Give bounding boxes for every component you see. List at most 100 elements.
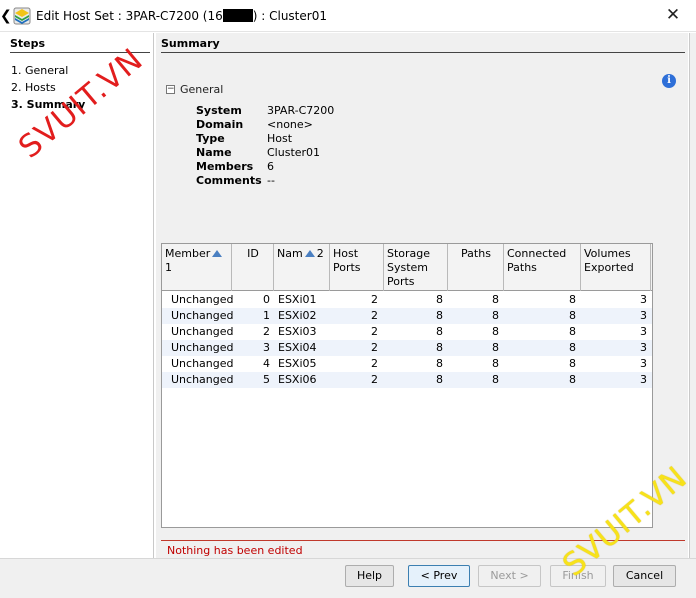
- cell-name: ESXi02: [278, 309, 317, 322]
- cell-name: ESXi04: [278, 341, 317, 354]
- sort-ascending-icon: [304, 250, 315, 257]
- column-header-connected-paths[interactable]: Connected Paths: [504, 244, 581, 291]
- close-icon[interactable]: ✕: [664, 6, 682, 24]
- cell-volumes-exported: 3: [640, 325, 647, 338]
- property-value: 3PAR-C7200: [267, 104, 335, 117]
- table-body: Unchanged 0 ESXi01 2 8 8 8 3 Unchanged 1…: [162, 292, 652, 388]
- cell-paths: 8: [492, 325, 499, 338]
- column-header-storage-system-ports[interactable]: Storage System Ports: [384, 244, 448, 291]
- cell-storage-ports: 8: [436, 293, 443, 306]
- property-value: <none>: [267, 118, 313, 131]
- 3par-app-icon: [13, 7, 31, 25]
- cell-host-ports: 2: [371, 293, 378, 306]
- help-button[interactable]: Help: [345, 565, 394, 587]
- cell-id: 0: [263, 293, 270, 306]
- cell-name: ESXi06: [278, 373, 317, 386]
- window-title-suffix: ) : Cluster01: [252, 9, 327, 23]
- status-message: Nothing has been edited: [167, 544, 303, 557]
- cell-volumes-exported: 3: [640, 357, 647, 370]
- wizard-footer: Help < Prev Next > Finish Cancel: [0, 558, 696, 598]
- cell-name: ESXi03: [278, 325, 317, 338]
- column-header-paths[interactable]: Paths: [448, 244, 504, 291]
- cell-member: Unchanged: [171, 325, 234, 338]
- cell-name: ESXi05: [278, 357, 317, 370]
- left-edge-glyph: ❮: [0, 8, 12, 24]
- column-header-member[interactable]: Member1: [162, 244, 232, 291]
- general-section-label: General: [180, 83, 224, 96]
- table-row[interactable]: Unchanged 4 ESXi05 2 8 8 8 3: [162, 356, 652, 372]
- step-hosts[interactable]: 2. Hosts: [11, 81, 56, 94]
- cell-storage-ports: 8: [436, 309, 443, 322]
- prev-button[interactable]: < Prev: [408, 565, 470, 587]
- table-row[interactable]: Unchanged 2 ESXi03 2 8 8 8 3: [162, 324, 652, 340]
- cell-member: Unchanged: [171, 293, 234, 306]
- cell-member: Unchanged: [171, 357, 234, 370]
- cell-connected-paths: 8: [569, 373, 576, 386]
- table-row[interactable]: Unchanged 3 ESXi04 2 8 8 8 3: [162, 340, 652, 356]
- summary-heading: Summary: [161, 37, 685, 53]
- cell-name: ESXi01: [278, 293, 317, 306]
- next-button[interactable]: Next >: [478, 565, 541, 587]
- cell-paths: 8: [492, 309, 499, 322]
- cell-storage-ports: 8: [436, 373, 443, 386]
- table-row[interactable]: Unchanged 5 ESXi06 2 8 8 8 3: [162, 372, 652, 388]
- cell-host-ports: 2: [371, 341, 378, 354]
- cell-host-ports: 2: [371, 325, 378, 338]
- cell-paths: 8: [492, 357, 499, 370]
- cell-paths: 8: [492, 341, 499, 354]
- cell-connected-paths: 8: [569, 325, 576, 338]
- property-key: Domain: [196, 118, 244, 131]
- table-row[interactable]: Unchanged 1 ESXi02 2 8 8 8 3: [162, 308, 652, 324]
- cell-volumes-exported: 3: [640, 293, 647, 306]
- cell-paths: 8: [492, 293, 499, 306]
- property-key: Name: [196, 146, 232, 159]
- redaction-bar: [222, 9, 253, 22]
- cell-storage-ports: 8: [436, 341, 443, 354]
- cell-paths: 8: [492, 373, 499, 386]
- window-title-prefix: Edit Host Set : 3PAR-C7200 (16: [36, 9, 223, 23]
- cell-id: 2: [263, 325, 270, 338]
- cell-host-ports: 2: [371, 373, 378, 386]
- finish-button[interactable]: Finish: [550, 565, 606, 587]
- cell-connected-paths: 8: [569, 341, 576, 354]
- cancel-button[interactable]: Cancel: [613, 565, 676, 587]
- cell-id: 3: [263, 341, 270, 354]
- info-icon[interactable]: i: [662, 74, 676, 88]
- property-key: Members: [196, 160, 254, 173]
- members-table: Member1 ID Nam 2 Host Ports Storage Syste…: [161, 243, 653, 528]
- step-summary[interactable]: 3. Summary: [11, 98, 85, 111]
- title-bar: ❮ Edit Host Set : 3PAR-C7200 (16 ) : Clus…: [0, 0, 696, 32]
- property-key: System: [196, 104, 242, 117]
- cell-member: Unchanged: [171, 341, 234, 354]
- collapse-icon[interactable]: −: [166, 85, 175, 94]
- summary-content: Summary i − General System 3PAR-C7200 Do…: [156, 33, 688, 558]
- cell-storage-ports: 8: [436, 357, 443, 370]
- column-header-volumes-exported[interactable]: Volumes Exported: [581, 244, 651, 291]
- column-header-host-ports[interactable]: Host Ports: [330, 244, 384, 291]
- table-row[interactable]: Unchanged 0 ESXi01 2 8 8 8 3: [162, 292, 652, 308]
- cell-host-ports: 2: [371, 309, 378, 322]
- property-value: --: [267, 174, 275, 187]
- cell-id: 4: [263, 357, 270, 370]
- cell-volumes-exported: 3: [640, 341, 647, 354]
- cell-host-ports: 2: [371, 357, 378, 370]
- property-value: Host: [267, 132, 293, 145]
- column-header-id[interactable]: ID: [232, 244, 274, 291]
- column-label: Nam: [277, 247, 303, 260]
- window-title: Edit Host Set : 3PAR-C7200 (16 ) : Cluste…: [36, 9, 327, 23]
- property-value: Cluster01: [267, 146, 321, 159]
- cell-member: Unchanged: [171, 373, 234, 386]
- cell-storage-ports: 8: [436, 325, 443, 338]
- cell-id: 5: [263, 373, 270, 386]
- property-key: Type: [196, 132, 225, 145]
- cell-connected-paths: 8: [569, 357, 576, 370]
- cell-connected-paths: 8: [569, 293, 576, 306]
- sort-ascending-icon: [212, 250, 223, 257]
- cell-member: Unchanged: [171, 309, 234, 322]
- sort-index: 1: [165, 261, 172, 274]
- cell-volumes-exported: 3: [640, 309, 647, 322]
- steps-panel: Steps 1. General 2. Hosts 3. Summary: [7, 33, 154, 558]
- step-general[interactable]: 1. General: [11, 64, 68, 77]
- column-header-name[interactable]: Nam 2: [274, 244, 330, 291]
- status-divider: [161, 540, 685, 541]
